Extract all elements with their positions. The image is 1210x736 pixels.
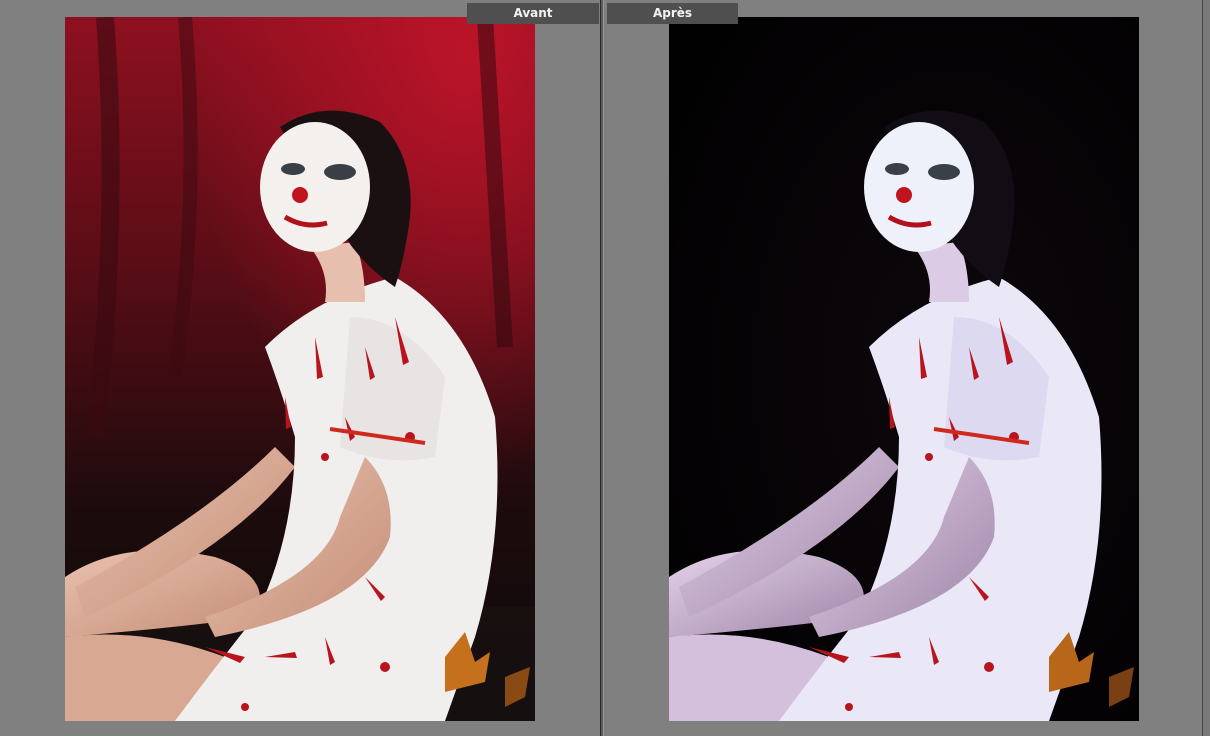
after-label: Après — [607, 3, 738, 24]
before-label: Avant — [467, 3, 599, 24]
after-photo[interactable] — [669, 17, 1139, 721]
after-pane: Après — [604, 0, 1202, 736]
after-photo-image — [669, 17, 1139, 721]
before-photo[interactable] — [65, 17, 535, 721]
right-edge-panel — [1202, 0, 1210, 736]
before-after-compare-view: Avant Après — [0, 0, 1210, 736]
before-pane: Avant — [0, 0, 600, 736]
before-photo-image — [65, 17, 535, 721]
